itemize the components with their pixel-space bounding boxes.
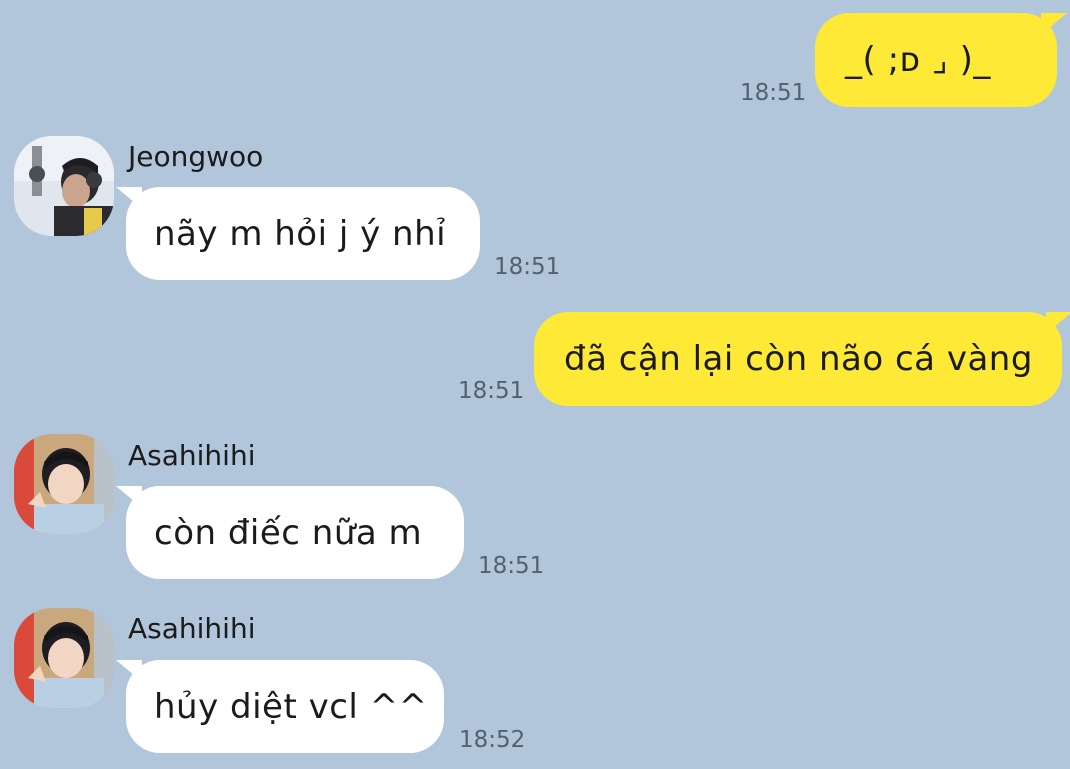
- message-timestamp: 18:51: [458, 378, 525, 404]
- avatar-asahi[interactable]: [14, 608, 114, 708]
- avatar-asahi-photo-icon: [14, 434, 114, 534]
- incoming-message-bubble[interactable]: hủy diệt vcl ^^: [126, 660, 444, 753]
- outgoing-message-bubble[interactable]: _( ;ᴅ ⌟ )_: [815, 13, 1057, 107]
- message-text: _( ;ᴅ ⌟ )_: [845, 40, 991, 80]
- sender-name: Jeongwoo: [128, 140, 264, 173]
- sender-name: Asahihihi: [128, 612, 256, 645]
- message-text: hủy diệt vcl ^^: [154, 686, 428, 727]
- incoming-message-bubble[interactable]: còn điếc nữa m: [126, 486, 464, 579]
- avatar-jeongwoo[interactable]: [14, 136, 114, 236]
- message-text: còn điếc nữa m: [154, 512, 423, 553]
- avatar-jeongwoo-photo-icon: [14, 136, 114, 236]
- sender-name: Asahihihi: [128, 439, 256, 472]
- message-timestamp: 18:51: [494, 254, 561, 280]
- message-timestamp: 18:52: [459, 727, 526, 753]
- chat-thread[interactable]: _( ;ᴅ ⌟ )_ 18:51 Jeongwoo nãy m hỏi j ý …: [0, 0, 1070, 769]
- message-text: đã cận lại còn não cá vàng: [564, 339, 1033, 379]
- message-text: nãy m hỏi j ý nhỉ: [154, 213, 447, 254]
- avatar-asahi-photo-icon: [14, 608, 114, 708]
- outgoing-message-bubble[interactable]: đã cận lại còn não cá vàng: [534, 312, 1062, 406]
- message-timestamp: 18:51: [478, 553, 545, 579]
- message-timestamp: 18:51: [740, 80, 807, 106]
- avatar-asahi[interactable]: [14, 434, 114, 534]
- incoming-message-bubble[interactable]: nãy m hỏi j ý nhỉ: [126, 187, 480, 280]
